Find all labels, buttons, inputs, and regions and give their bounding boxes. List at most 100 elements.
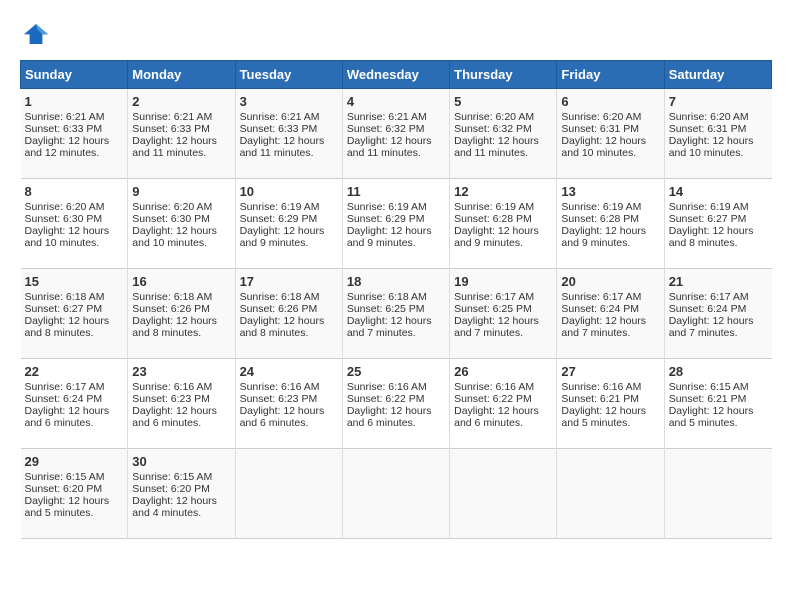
sunset: Sunset: 6:28 PM bbox=[454, 213, 532, 225]
calendar-table: SundayMondayTuesdayWednesdayThursdayFrid… bbox=[20, 60, 772, 539]
sunrise: Sunrise: 6:17 AM bbox=[25, 381, 105, 393]
header-wednesday: Wednesday bbox=[342, 61, 449, 89]
calendar-cell: 16Sunrise: 6:18 AMSunset: 6:26 PMDayligh… bbox=[128, 269, 235, 359]
calendar-week-row: 1Sunrise: 6:21 AMSunset: 6:33 PMDaylight… bbox=[21, 89, 772, 179]
header-friday: Friday bbox=[557, 61, 664, 89]
sunset: Sunset: 6:32 PM bbox=[454, 123, 532, 135]
sunrise: Sunrise: 6:17 AM bbox=[561, 291, 641, 303]
day-number: 13 bbox=[561, 184, 659, 199]
calendar-cell: 25Sunrise: 6:16 AMSunset: 6:22 PMDayligh… bbox=[342, 359, 449, 449]
calendar-cell: 15Sunrise: 6:18 AMSunset: 6:27 PMDayligh… bbox=[21, 269, 128, 359]
sunset: Sunset: 6:25 PM bbox=[347, 303, 425, 315]
day-number: 24 bbox=[240, 364, 338, 379]
calendar-cell: 27Sunrise: 6:16 AMSunset: 6:21 PMDayligh… bbox=[557, 359, 664, 449]
sunrise: Sunrise: 6:16 AM bbox=[561, 381, 641, 393]
daylight: Daylight: 12 hours and 7 minutes. bbox=[669, 315, 754, 339]
daylight: Daylight: 12 hours and 8 minutes. bbox=[669, 225, 754, 249]
sunset: Sunset: 6:21 PM bbox=[561, 393, 639, 405]
calendar-week-row: 29Sunrise: 6:15 AMSunset: 6:20 PMDayligh… bbox=[21, 449, 772, 539]
daylight: Daylight: 12 hours and 7 minutes. bbox=[454, 315, 539, 339]
sunset: Sunset: 6:29 PM bbox=[240, 213, 318, 225]
calendar-cell: 30Sunrise: 6:15 AMSunset: 6:20 PMDayligh… bbox=[128, 449, 235, 539]
header-sunday: Sunday bbox=[21, 61, 128, 89]
sunset: Sunset: 6:31 PM bbox=[669, 123, 747, 135]
calendar-cell bbox=[450, 449, 557, 539]
daylight: Daylight: 12 hours and 8 minutes. bbox=[240, 315, 325, 339]
day-number: 27 bbox=[561, 364, 659, 379]
calendar-cell: 19Sunrise: 6:17 AMSunset: 6:25 PMDayligh… bbox=[450, 269, 557, 359]
sunrise: Sunrise: 6:19 AM bbox=[669, 201, 749, 213]
sunrise: Sunrise: 6:17 AM bbox=[454, 291, 534, 303]
sunrise: Sunrise: 6:18 AM bbox=[240, 291, 320, 303]
calendar-cell bbox=[235, 449, 342, 539]
daylight: Daylight: 12 hours and 10 minutes. bbox=[669, 135, 754, 159]
sunrise: Sunrise: 6:20 AM bbox=[561, 111, 641, 123]
logo bbox=[20, 20, 56, 52]
daylight: Daylight: 12 hours and 6 minutes. bbox=[240, 405, 325, 429]
sunrise: Sunrise: 6:18 AM bbox=[132, 291, 212, 303]
day-number: 21 bbox=[669, 274, 768, 289]
sunset: Sunset: 6:24 PM bbox=[25, 393, 103, 405]
day-number: 6 bbox=[561, 94, 659, 109]
sunset: Sunset: 6:24 PM bbox=[561, 303, 639, 315]
sunset: Sunset: 6:24 PM bbox=[669, 303, 747, 315]
daylight: Daylight: 12 hours and 5 minutes. bbox=[25, 495, 110, 519]
day-number: 2 bbox=[132, 94, 230, 109]
daylight: Daylight: 12 hours and 9 minutes. bbox=[561, 225, 646, 249]
daylight: Daylight: 12 hours and 4 minutes. bbox=[132, 495, 217, 519]
daylight: Daylight: 12 hours and 5 minutes. bbox=[669, 405, 754, 429]
calendar-cell: 18Sunrise: 6:18 AMSunset: 6:25 PMDayligh… bbox=[342, 269, 449, 359]
sunset: Sunset: 6:33 PM bbox=[132, 123, 210, 135]
sunrise: Sunrise: 6:16 AM bbox=[347, 381, 427, 393]
sunset: Sunset: 6:27 PM bbox=[669, 213, 747, 225]
sunset: Sunset: 6:32 PM bbox=[347, 123, 425, 135]
daylight: Daylight: 12 hours and 11 minutes. bbox=[454, 135, 539, 159]
calendar-cell: 23Sunrise: 6:16 AMSunset: 6:23 PMDayligh… bbox=[128, 359, 235, 449]
sunrise: Sunrise: 6:20 AM bbox=[132, 201, 212, 213]
header-thursday: Thursday bbox=[450, 61, 557, 89]
sunset: Sunset: 6:30 PM bbox=[132, 213, 210, 225]
sunrise: Sunrise: 6:20 AM bbox=[669, 111, 749, 123]
sunset: Sunset: 6:25 PM bbox=[454, 303, 532, 315]
day-number: 16 bbox=[132, 274, 230, 289]
calendar-cell: 14 Sunrise: 6:19 AMSunset: 6:27 PMDayligh… bbox=[664, 179, 771, 269]
sunrise: Sunrise: 6:21 AM bbox=[25, 111, 105, 123]
calendar-cell: 1Sunrise: 6:21 AMSunset: 6:33 PMDaylight… bbox=[21, 89, 128, 179]
sunrise: Sunrise: 6:15 AM bbox=[669, 381, 749, 393]
day-number: 29 bbox=[25, 454, 124, 469]
calendar-week-row: 22 Sunrise: 6:17 AMSunset: 6:24 PM Dayligh… bbox=[21, 359, 772, 449]
calendar-cell: 20Sunrise: 6:17 AMSunset: 6:24 PMDayligh… bbox=[557, 269, 664, 359]
daylight: Daylight: 12 hours and 11 minutes. bbox=[240, 135, 325, 159]
calendar-cell: 29Sunrise: 6:15 AMSunset: 6:20 PMDayligh… bbox=[21, 449, 128, 539]
day-number: 8 bbox=[25, 184, 124, 199]
page-header bbox=[20, 20, 772, 52]
calendar-cell: 10Sunrise: 6:19 AMSunset: 6:29 PMDayligh… bbox=[235, 179, 342, 269]
calendar-cell: 8Sunrise: 6:20 AMSunset: 6:30 PMDaylight… bbox=[21, 179, 128, 269]
sunrise: Sunrise: 6:17 AM bbox=[669, 291, 749, 303]
sunrise: Sunrise: 6:21 AM bbox=[347, 111, 427, 123]
sunrise: Sunrise: 6:20 AM bbox=[454, 111, 534, 123]
day-number: 25 bbox=[347, 364, 445, 379]
header-monday: Monday bbox=[128, 61, 235, 89]
day-number: 14 bbox=[669, 184, 768, 199]
calendar-cell: 2Sunrise: 6:21 AMSunset: 6:33 PMDaylight… bbox=[128, 89, 235, 179]
day-number: 7 bbox=[669, 94, 768, 109]
sunset: Sunset: 6:20 PM bbox=[25, 483, 103, 495]
calendar-cell: 13Sunrise: 6:19 AMSunset: 6:28 PMDayligh… bbox=[557, 179, 664, 269]
calendar-cell bbox=[557, 449, 664, 539]
day-number: 30 bbox=[132, 454, 230, 469]
sunset: Sunset: 6:27 PM bbox=[25, 303, 103, 315]
day-number: 9 bbox=[132, 184, 230, 199]
daylight: Daylight: 12 hours and 8 minutes. bbox=[25, 315, 110, 339]
calendar-cell: 21 Sunrise: 6:17 AMSunset: 6:24 PMDayligh… bbox=[664, 269, 771, 359]
day-number: 22 bbox=[25, 364, 124, 379]
day-number: 3 bbox=[240, 94, 338, 109]
calendar-week-row: 8 Sunrise: 6:20 AMSunset: 6:30 PM Daylight… bbox=[21, 179, 772, 269]
daylight: Daylight: 12 hours and 11 minutes. bbox=[347, 135, 432, 159]
calendar-cell: 4Sunrise: 6:21 AMSunset: 6:32 PMDaylight… bbox=[342, 89, 449, 179]
calendar-week-row: 15Sunrise: 6:18 AMSunset: 6:27 PMDayligh… bbox=[21, 269, 772, 359]
day-number: 10 bbox=[240, 184, 338, 199]
sunset: Sunset: 6:26 PM bbox=[240, 303, 318, 315]
day-number: 11 bbox=[347, 184, 445, 199]
calendar-cell: 3Sunrise: 6:21 AMSunset: 6:33 PMDaylight… bbox=[235, 89, 342, 179]
